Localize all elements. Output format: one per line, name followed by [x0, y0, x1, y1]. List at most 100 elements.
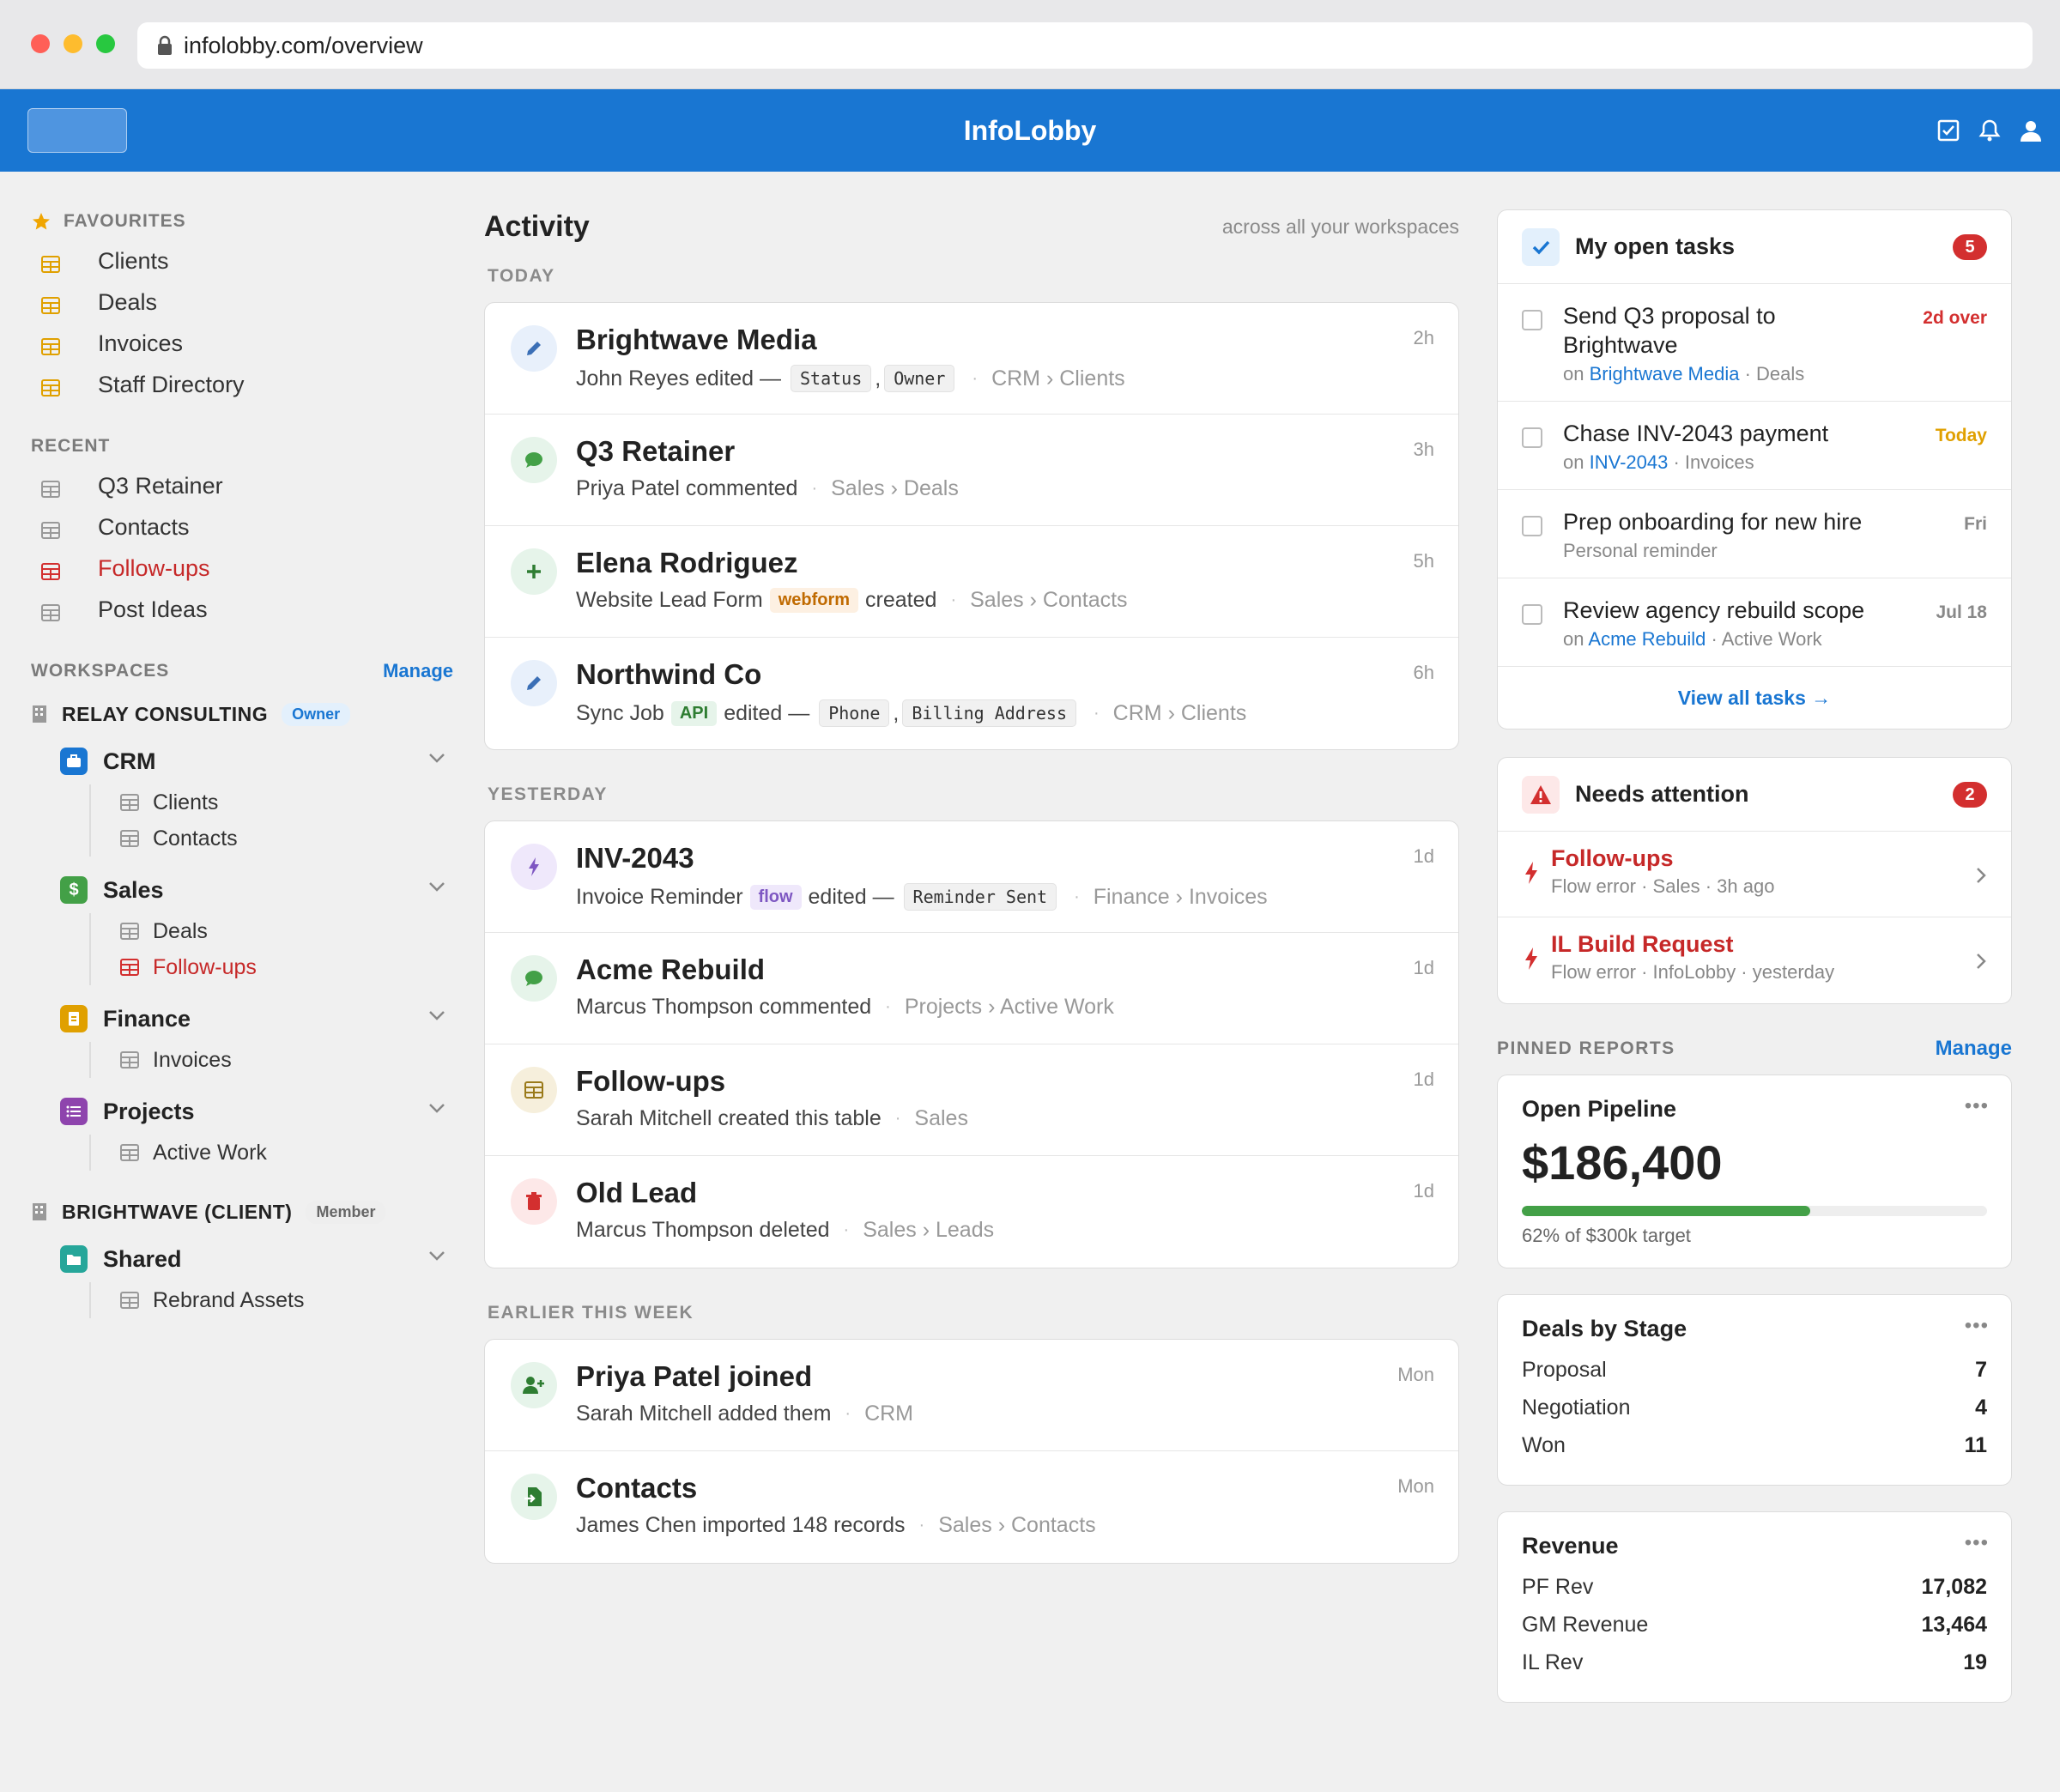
- attention-item[interactable]: Follow-ups Flow error · Sales · 3h ago: [1498, 832, 2011, 917]
- activity-item[interactable]: Old Lead 1d Marcus Thompson deleted · Sale…: [485, 1156, 1458, 1268]
- tasks-icon[interactable]: [1936, 118, 1960, 142]
- favourite-item[interactable]: Invoices: [31, 323, 453, 364]
- task-link[interactable]: Brightwave Media: [1590, 363, 1740, 384]
- breadcrumb[interactable]: CRM › Clients: [1113, 701, 1247, 726]
- task-item[interactable]: Prep onboarding for new hire Personal re…: [1498, 490, 2011, 578]
- attention-item[interactable]: IL Build Request Flow error · InfoLobby …: [1498, 917, 2011, 1003]
- activity-item[interactable]: INV-2043 1d Invoice Reminder flow edited —…: [485, 821, 1458, 933]
- activity-title[interactable]: Priya Patel joined: [576, 1360, 812, 1393]
- workspace-brightwave[interactable]: BRIGHTWAVE (CLIENT) Member: [31, 1188, 453, 1236]
- breadcrumb[interactable]: Sales › Deals: [831, 476, 959, 501]
- more-icon[interactable]: •••: [1965, 1314, 1989, 1338]
- task-checkbox[interactable]: [1522, 427, 1542, 448]
- lock-icon: [158, 35, 172, 55]
- breadcrumb[interactable]: Finance › Invoices: [1094, 885, 1268, 910]
- activity-title[interactable]: Brightwave Media: [576, 324, 817, 356]
- pipeline-progress-bar: [1522, 1206, 1987, 1216]
- activity-item[interactable]: Follow-ups 1d Sarah Mitchell created thi…: [485, 1044, 1458, 1156]
- task-link[interactable]: INV-2043: [1590, 451, 1669, 473]
- activity-title[interactable]: Elena Rodriguez: [576, 547, 798, 579]
- task-checkbox[interactable]: [1522, 604, 1542, 625]
- bolt-icon: [1525, 862, 1537, 884]
- workspace-app-sales[interactable]: $ Sales: [31, 867, 453, 913]
- activity-title[interactable]: Q3 Retainer: [576, 435, 735, 468]
- recent-item[interactable]: Follow-ups: [31, 548, 453, 589]
- workspaces-header: WORKSPACES Manage: [31, 660, 453, 682]
- view-all-tasks-link[interactable]: View all tasks →: [1498, 667, 2011, 729]
- workspace-relay-consulting[interactable]: RELAY CONSULTING Owner: [31, 690, 453, 738]
- activity-title[interactable]: Acme Rebuild: [576, 954, 765, 986]
- task-checkbox[interactable]: [1522, 516, 1542, 536]
- task-checkbox[interactable]: [1522, 310, 1542, 330]
- report-row: GM Revenue 13,464: [1522, 1612, 1987, 1637]
- activity-item[interactable]: Northwind Co 6h Sync Job API edited — Phon…: [485, 638, 1458, 749]
- chevron-down-icon[interactable]: [427, 881, 446, 893]
- chevron-down-icon[interactable]: [427, 1009, 446, 1021]
- table-link[interactable]: Follow-ups: [120, 949, 453, 985]
- activity-title[interactable]: Follow-ups: [576, 1065, 725, 1098]
- manage-workspaces-link[interactable]: Manage: [383, 660, 453, 682]
- maximize-window-button[interactable]: [96, 34, 115, 53]
- breadcrumb[interactable]: CRM: [864, 1402, 913, 1426]
- table-link[interactable]: Rebrand Assets: [120, 1282, 453, 1318]
- recent-item[interactable]: Q3 Retainer: [31, 465, 453, 506]
- bell-icon[interactable]: [1978, 118, 2002, 142]
- task-item[interactable]: Review agency rebuild scope on Acme Rebu…: [1498, 578, 2011, 667]
- chevron-down-icon[interactable]: [427, 752, 446, 764]
- dollar-icon: $: [60, 876, 88, 904]
- workspace-app-shared[interactable]: Shared: [31, 1236, 453, 1282]
- breadcrumb[interactable]: Sales › Leads: [863, 1218, 994, 1243]
- table-icon: [41, 294, 60, 314]
- breadcrumb[interactable]: Projects › Active Work: [905, 995, 1114, 1020]
- activity-item[interactable]: Priya Patel joined Mon Sarah Mitchell ad…: [485, 1340, 1458, 1451]
- activity-title[interactable]: Northwind Co: [576, 658, 761, 691]
- report-row: Proposal 7: [1522, 1357, 1987, 1382]
- workspace-app-projects[interactable]: Projects: [31, 1088, 453, 1135]
- more-icon[interactable]: •••: [1965, 1531, 1989, 1555]
- activity-item[interactable]: Acme Rebuild 1d Marcus Thompson commente…: [485, 933, 1458, 1044]
- favourite-item[interactable]: Deals: [31, 282, 453, 323]
- recent-item[interactable]: Post Ideas: [31, 589, 453, 630]
- minimize-window-button[interactable]: [64, 34, 82, 53]
- workspace-app-finance[interactable]: Finance: [31, 996, 453, 1042]
- manage-reports-link[interactable]: Manage: [1936, 1037, 2012, 1061]
- activity-item[interactable]: Q3 Retainer 3h Priya Patel commented · Sal…: [485, 415, 1458, 526]
- activity-item[interactable]: Contacts Mon James Chen imported 148 rec…: [485, 1451, 1458, 1563]
- close-window-button[interactable]: [31, 34, 50, 53]
- pencil-icon: [511, 660, 557, 706]
- breadcrumb[interactable]: Sales: [914, 1106, 968, 1131]
- import-icon: [511, 1474, 557, 1520]
- activity-title[interactable]: Contacts: [576, 1472, 697, 1504]
- activity-title[interactable]: INV-2043: [576, 842, 694, 875]
- plus-icon: [511, 548, 557, 595]
- table-link[interactable]: Invoices: [120, 1042, 453, 1078]
- task-item[interactable]: Send Q3 proposal to Brightwave on Bright…: [1498, 284, 2011, 402]
- sidebar: FAVOURITES Clients Deals Invoices Staff Dir…: [31, 203, 453, 1329]
- task-item[interactable]: Chase INV-2043 payment on INV-2043 · Inv…: [1498, 402, 2011, 490]
- breadcrumb[interactable]: CRM › Clients: [991, 366, 1125, 391]
- report-deals-by-stage[interactable]: Deals by Stage ••• Proposal 7 Negotiation 4…: [1497, 1294, 2012, 1486]
- recent-item[interactable]: Contacts: [31, 506, 453, 548]
- report-revenue[interactable]: Revenue ••• PF Rev 17,082 GM Revenue 13,464…: [1497, 1511, 2012, 1703]
- table-link[interactable]: Clients: [120, 784, 453, 820]
- workspace-app-crm[interactable]: CRM: [31, 738, 453, 784]
- activity-time: 1d: [1413, 1069, 1434, 1090]
- activity-item[interactable]: Elena Rodriguez 5h Website Lead Form webf…: [485, 526, 1458, 638]
- task-link[interactable]: Acme Rebuild: [1588, 628, 1706, 650]
- activity-title[interactable]: Old Lead: [576, 1177, 697, 1209]
- more-icon[interactable]: •••: [1965, 1094, 1989, 1118]
- table-link[interactable]: Deals: [120, 913, 453, 949]
- chevron-down-icon[interactable]: [427, 1250, 446, 1262]
- trash-icon: [511, 1178, 557, 1225]
- favourite-item[interactable]: Staff Directory: [31, 364, 453, 405]
- favourite-item[interactable]: Clients: [31, 240, 453, 282]
- breadcrumb[interactable]: Sales › Contacts: [938, 1513, 1095, 1538]
- user-icon[interactable]: [2019, 118, 2043, 142]
- chevron-down-icon[interactable]: [427, 1102, 446, 1114]
- breadcrumb[interactable]: Sales › Contacts: [970, 588, 1127, 613]
- table-link[interactable]: Contacts: [120, 820, 453, 857]
- activity-item[interactable]: Brightwave Media 2h John Reyes edited — …: [485, 303, 1458, 415]
- table-link[interactable]: Active Work: [120, 1135, 453, 1171]
- address-bar[interactable]: infolobby.com/overview: [137, 22, 2033, 69]
- report-open-pipeline[interactable]: Open Pipeline ••• $186,400 62% of $300k …: [1497, 1075, 2012, 1268]
